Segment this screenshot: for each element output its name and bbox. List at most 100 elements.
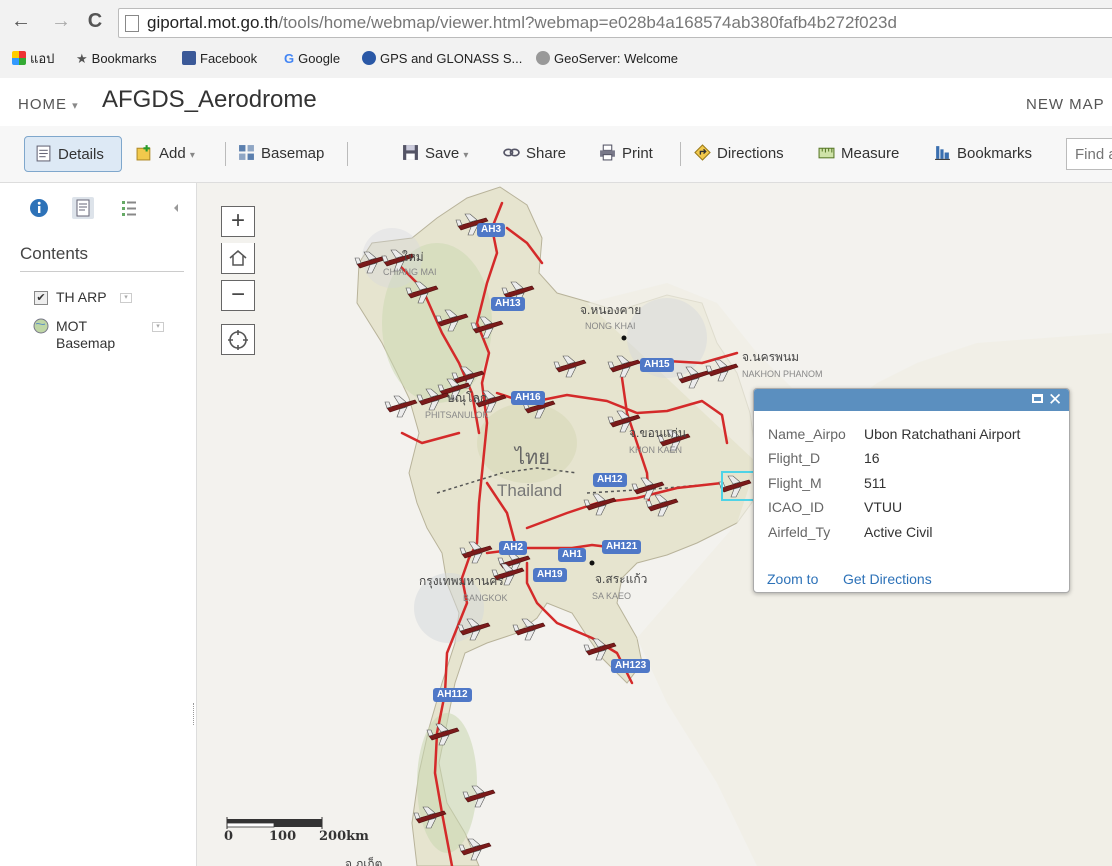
zoom-to-link[interactable]: Zoom to (767, 571, 818, 587)
back-button[interactable]: ← (10, 10, 32, 32)
attribute-value: 16 (864, 450, 880, 466)
layer-label-line: MOT (56, 318, 88, 334)
bookmark-label: GPS and GLONASS S... (380, 51, 523, 66)
city-label-en: NONG KHAI (585, 321, 636, 331)
save-label: Save (425, 145, 460, 162)
details-label: Details (58, 146, 104, 163)
maximize-icon[interactable] (1032, 394, 1043, 403)
measure-button[interactable]: Measure (818, 136, 899, 172)
attribute-name: Airfeld_Ty (768, 524, 831, 540)
attribute-name: Flight_D (768, 450, 821, 466)
city-label-en: BANGKOK (463, 593, 508, 603)
bookmark-label: Google (298, 51, 341, 66)
star-icon: ★ (76, 51, 88, 66)
city-label-th: จ.ภูเก็ต (345, 857, 383, 866)
layer-label-line: Basemap (56, 335, 116, 351)
forward-button[interactable]: → (50, 10, 72, 32)
basemap-label: Basemap (261, 145, 325, 162)
attribute-name: ICAO_ID (768, 499, 825, 515)
url-path: /tools/home/webmap/viewer.html?webmap=e0… (278, 13, 897, 32)
bookmark-label: แอป (30, 51, 55, 66)
toolbar: Details Add ▾ Basemap Save ▾ Share Print… (0, 126, 1112, 183)
highway-shield: AH121 (602, 540, 642, 554)
home-menu[interactable]: HOME ▾ (18, 96, 79, 113)
highway-shield: AH13 (491, 297, 525, 311)
address-bar[interactable]: giportal.mot.go.th/tools/home/webmap/vie… (118, 8, 1112, 38)
bookmark-bookmarks[interactable]: ★ Bookmarks (76, 50, 157, 68)
city-label-th: จ.นครพนม (742, 350, 800, 364)
basemap-button[interactable]: Basemap (238, 136, 324, 172)
city-label-en: KHON KAEN (629, 445, 683, 455)
share-button[interactable]: Share (503, 136, 566, 172)
collapse-caret-icon[interactable] (170, 197, 182, 219)
bookmarks-label: Bookmarks (957, 145, 1033, 162)
reload-button[interactable]: C (84, 10, 106, 32)
bookmark-facebook[interactable]: Facebook (182, 50, 257, 68)
home-icon (229, 250, 247, 266)
layer-options-icon[interactable]: ▾ (152, 322, 164, 332)
chevron-down-icon: ▾ (463, 150, 469, 161)
content-list-icon[interactable] (72, 197, 94, 219)
attribute-name: Flight_M (768, 475, 822, 491)
add-icon (136, 145, 151, 161)
highway-shield: AH12 (593, 473, 627, 487)
gps-icon (362, 51, 376, 65)
bookmarks-button[interactable]: Bookmarks (934, 136, 1032, 172)
attribute-value: Active Civil (864, 524, 933, 540)
home-extent-button[interactable] (221, 243, 255, 274)
print-button[interactable]: Print (599, 136, 653, 172)
bookmark-google[interactable]: G Google (284, 50, 340, 68)
bookmark-geoserver[interactable]: GeoServer: Welcome (536, 50, 678, 68)
city-label-en: NAKHON PHANOM (742, 369, 823, 379)
address-row: ← → C giportal.mot.go.th/tools/home/webm… (0, 0, 1112, 46)
bookmarks-icon (935, 146, 950, 160)
city-dot (589, 560, 595, 566)
country-label-en: Thailand (497, 481, 563, 500)
directions-label: Directions (717, 145, 784, 162)
layer-options-icon[interactable]: ▾ (120, 293, 132, 303)
geoserver-icon (536, 51, 550, 65)
feature-popup: ✕ Name_Airpo Ubon Ratchathani Airport Fl… (753, 388, 1070, 593)
google-icon: G (284, 51, 295, 66)
bookmark-apps[interactable]: แอป (12, 50, 54, 68)
share-label: Share (526, 145, 567, 162)
city-label-th: จ.ขอนแก่น (629, 426, 687, 440)
page-icon (125, 15, 139, 32)
details-icon (36, 145, 51, 162)
bookmark-label: Bookmarks (91, 51, 157, 66)
scale-label: 200km (319, 829, 369, 844)
info-icon[interactable] (28, 197, 50, 219)
directions-button[interactable]: Directions (694, 136, 784, 172)
toolbar-divider (680, 142, 681, 166)
add-button[interactable]: Add ▾ (136, 136, 195, 172)
browser-chrome: ← → C giportal.mot.go.th/tools/home/webm… (0, 0, 1112, 78)
measure-label: Measure (841, 145, 900, 162)
get-directions-link[interactable]: Get Directions (843, 571, 932, 587)
side-panel: Contents ✔ TH ARP ▾ MOT Basemap ▾ (0, 183, 197, 866)
chevron-down-icon: ▾ (72, 100, 79, 112)
save-button[interactable]: Save ▾ (402, 136, 468, 172)
zoom-in-button[interactable]: + (221, 206, 255, 237)
highway-shield: AH15 (640, 358, 674, 372)
details-button[interactable]: Details (24, 136, 122, 172)
attribute-name: Name_Airpo (768, 426, 846, 442)
city-label-th: ษณุโลก (447, 391, 488, 405)
layer-mot-basemap: MOT Basemap ▾ (33, 318, 184, 358)
close-icon[interactable]: ✕ (1048, 389, 1062, 410)
find-input[interactable] (1066, 138, 1112, 170)
layer-label: TH ARP (56, 289, 107, 305)
basemap-globe-icon[interactable] (33, 318, 49, 334)
highway-shield: AH2 (499, 541, 528, 555)
new-map-menu[interactable]: NEW MAP (1026, 96, 1105, 113)
locate-button[interactable] (221, 324, 255, 355)
city-dot (621, 335, 627, 341)
highway-shield: AH3 (477, 223, 506, 237)
legend-icon[interactable] (118, 197, 140, 219)
bookmark-gps[interactable]: GPS and GLONASS S... (362, 50, 522, 68)
contents-title: Contents (20, 244, 89, 263)
save-icon (403, 145, 418, 160)
layer-checkbox[interactable]: ✔ (34, 291, 48, 305)
highway-shield: AH19 (533, 568, 567, 582)
zoom-out-button[interactable]: − (221, 280, 255, 311)
measure-icon (818, 147, 835, 159)
